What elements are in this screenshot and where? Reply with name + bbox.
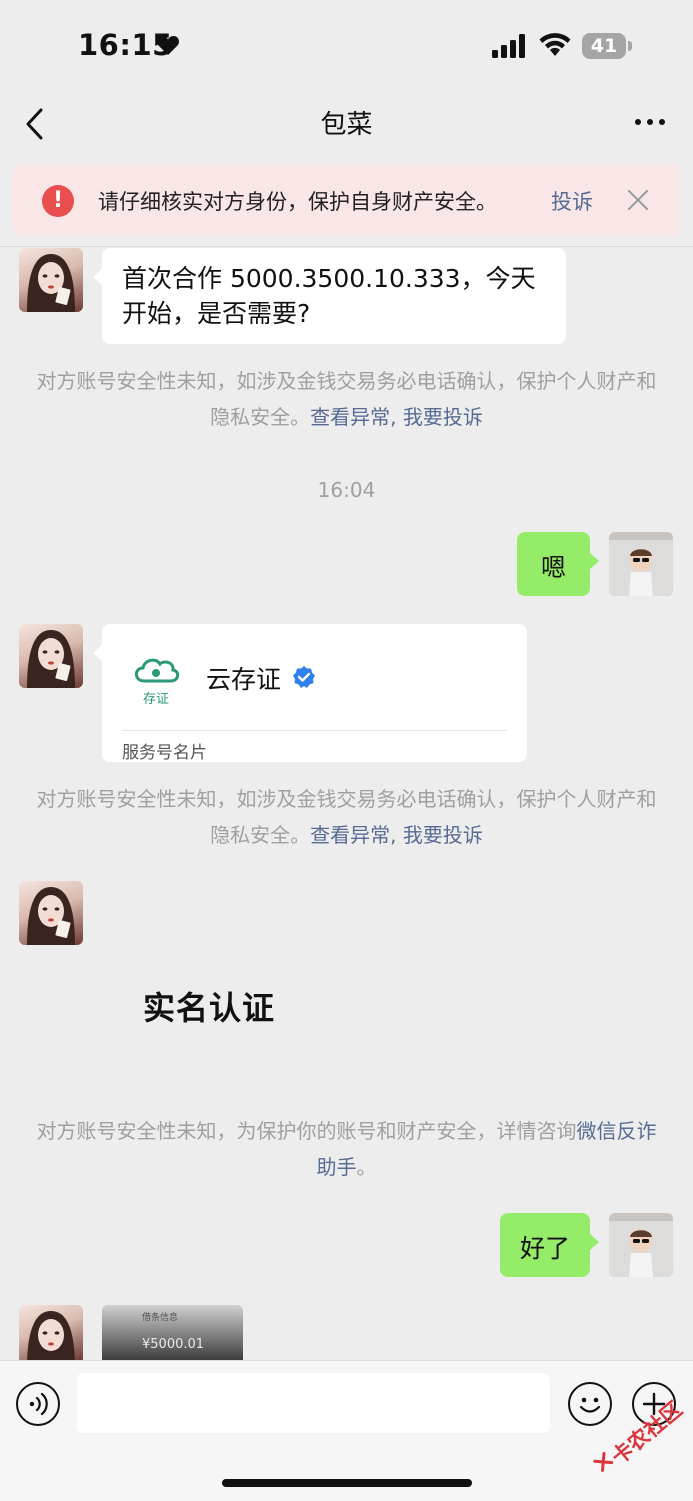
chat-header: 包菜 (0, 92, 693, 154)
photo-message[interactable]: 借条信息 ¥5000.01 (102, 1305, 243, 1360)
message-text: 好了 (519, 1234, 570, 1263)
battery-level: 41 (590, 35, 618, 57)
view-abnormal-link[interactable]: 查看异常 (310, 405, 390, 429)
realname-image-message[interactable]: 实名认证 (143, 983, 275, 1029)
home-indicator[interactable] (222, 1479, 472, 1487)
link-separator: , (390, 405, 403, 429)
photo-amount: ¥5000.01 (142, 1337, 205, 1352)
message-bubble-outgoing[interactable]: 好了 (500, 1213, 599, 1277)
contact-avatar[interactable] (19, 881, 83, 945)
chat-title: 包菜 (320, 110, 373, 140)
message-bubble-outgoing[interactable]: 嗯 (517, 532, 599, 596)
verified-icon (293, 666, 315, 688)
status-bar: 16:15 41 (0, 0, 693, 92)
avatar-illustration (609, 1213, 673, 1277)
service-logo-label: 存证 (142, 692, 169, 707)
service-name: 云存证 (206, 665, 282, 694)
security-warning-banner: ! 请仔细核实对方身份，保护自身财产安全。 投诉 (12, 164, 680, 236)
warning-text: 请仔细核实对方身份，保护自身财产安全。 (98, 190, 497, 214)
contact-avatar[interactable] (19, 248, 83, 312)
report-link[interactable]: 投诉 (551, 186, 593, 216)
complain-link[interactable]: 我要投诉 (403, 405, 483, 429)
card-divider (122, 730, 507, 731)
system-notice: 对方账号安全性未知，如涉及金钱交易务必电话确认，保护个人财产和隐私安全。查看异常… (30, 781, 663, 853)
message-bubble-incoming[interactable]: 首次合作 5000.3500.10.333，今天开始，是否需要? (93, 248, 566, 344)
my-avatar[interactable] (609, 1213, 673, 1277)
avatar-illustration (27, 887, 75, 945)
system-notice: 对方账号安全性未知，为保护你的账号和财产安全，详情咨询微信反诈助手。 (30, 1113, 663, 1185)
system-notice: 对方账号安全性未知，如涉及金钱交易务必电话确认，保护个人财产和隐私安全。查看异常… (30, 363, 663, 435)
alert-icon: ! (42, 185, 74, 217)
close-icon[interactable] (626, 188, 650, 212)
avatar-illustration (27, 630, 75, 688)
system-notice-text: 对方账号安全性未知，为保护你的账号和财产安全，详情咨询 (36, 1119, 577, 1143)
contact-avatar[interactable] (19, 1305, 83, 1360)
wifi-icon (539, 33, 571, 56)
cloud-icon (134, 658, 180, 683)
view-abnormal-link[interactable]: 查看异常 (310, 823, 390, 847)
heart-icon (156, 36, 180, 55)
voice-icon (29, 1392, 48, 1416)
contact-avatar[interactable] (19, 624, 83, 688)
service-logo: 存证 (128, 654, 184, 707)
card-type-label: 服务号名片 (122, 743, 207, 763)
avatar-illustration (27, 254, 75, 312)
battery-icon: 41 (582, 33, 626, 59)
avatar-illustration (27, 1311, 75, 1360)
signal-icon (492, 34, 525, 58)
my-avatar[interactable] (609, 532, 673, 596)
avatar-illustration (609, 532, 673, 596)
complain-link[interactable]: 我要投诉 (403, 823, 483, 847)
more-icon[interactable] (630, 110, 670, 134)
header-divider (0, 246, 693, 247)
link-separator: , (390, 823, 403, 847)
photo-caption: 借条信息 (142, 1313, 179, 1323)
system-notice-end: 。 (356, 1155, 377, 1179)
message-input[interactable] (77, 1373, 550, 1433)
service-account-card[interactable]: 存证 云存证 服务号名片 (93, 624, 527, 763)
voice-button[interactable] (16, 1382, 60, 1426)
message-text: 首次合作 5000.3500.10.333，今天开始，是否需要? (122, 264, 536, 328)
battery-tip (628, 41, 632, 51)
message-text: 嗯 (540, 553, 566, 582)
message-timestamp: 16:04 (317, 478, 376, 502)
